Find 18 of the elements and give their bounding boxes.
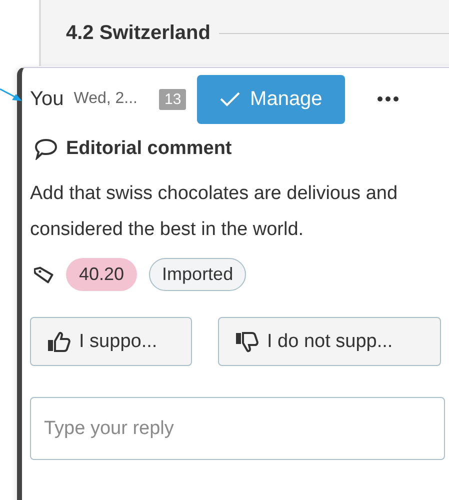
pointer-arrow	[0, 86, 24, 104]
author-name: You	[30, 88, 64, 110]
speech-bubble-icon	[34, 138, 58, 160]
more-icon[interactable]	[377, 96, 400, 102]
reply-field[interactable]: Type your reply	[30, 397, 445, 460]
section-heading: 4.2 Switzerland	[66, 22, 210, 45]
comment-text: Add that swiss chocolates are delivious and considered the best in the world.	[30, 182, 399, 242]
tag-label: Imported	[149, 258, 246, 291]
thumbs-down-icon	[235, 330, 259, 352]
support-button[interactable]: I suppo...	[30, 317, 192, 366]
tag-icon	[34, 264, 54, 284]
comment-date: Wed, 2...	[74, 90, 138, 108]
thumbs-up-icon	[47, 330, 71, 352]
checkmark-icon	[220, 91, 240, 107]
oppose-button[interactable]: I do not supp...	[218, 317, 441, 366]
tag-label: 40.20	[66, 258, 138, 291]
comment-type: Editorial comment	[66, 138, 232, 160]
count-badge: 13	[159, 88, 186, 110]
